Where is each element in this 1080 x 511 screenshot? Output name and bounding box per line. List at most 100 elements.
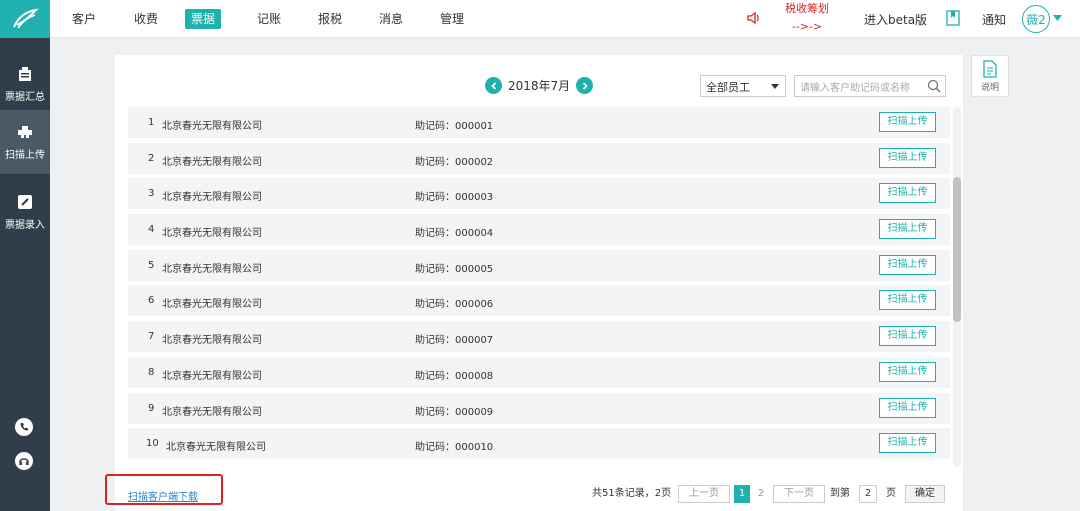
list-item: 1 北京春光无限有限公司 助记码：000001 扫描上传 (128, 107, 950, 138)
chevron-left-icon (490, 81, 496, 90)
current-month: 2018年7月 (508, 79, 571, 93)
sidebar-item-bill-summary[interactable]: 票据汇总 (0, 52, 50, 116)
scan-upload-button[interactable]: 扫描上传 (879, 433, 936, 454)
nav-item-bills[interactable]: 票据 (185, 9, 222, 29)
list-item: 3 北京春光无限有限公司 助记码：000003 扫描上传 (128, 178, 950, 210)
list-item: 8 北京春光无限有限公司 助记码：000008 扫描上传 (128, 356, 950, 388)
building-icon (16, 65, 34, 83)
page-unit-label: 页 (886, 488, 896, 499)
list-item: 4 北京春光无限有限公司 助记码：000004 扫描上传 (128, 214, 950, 246)
main-panel: 2018年7月 全部员工 请输入客户助记码或名称 1 北京春光无限有限公司 助记码：… (115, 55, 963, 511)
help-label: 说明 (980, 82, 999, 93)
tax-planning-link[interactable]: 税收筹划 -->-> (782, 0, 832, 34)
search-icon[interactable] (927, 79, 941, 93)
company-name: 北京春光无限有限公司 (162, 121, 262, 132)
memo-code: 助记码：000003 (415, 192, 494, 204)
memo-code: 助记码：000005 (415, 263, 494, 275)
row-index: 1 (148, 117, 155, 128)
company-name: 北京春光无限有限公司 (162, 228, 262, 240)
sidebar-item-label: 票据录入 (5, 220, 45, 231)
nav-item-management[interactable]: 管理 (440, 9, 464, 29)
scan-upload-button[interactable]: 扫描上传 (879, 290, 936, 311)
nav-item-tax-filing[interactable]: 报税 (318, 9, 342, 29)
row-index: 7 (148, 331, 155, 343)
company-name: 北京春光无限有限公司 (162, 192, 262, 204)
chevron-right-icon (582, 81, 588, 90)
tax-planning-arrow: -->-> (791, 20, 823, 33)
notify-link[interactable]: 通知 (982, 11, 1006, 28)
memo-code: 助记码：000009 (415, 406, 494, 418)
memo-code: 助记码：000008 (415, 370, 494, 382)
sidebar-item-label: 票据汇总 (5, 92, 45, 103)
nav-item-bookkeeping[interactable]: 记账 (257, 9, 281, 29)
sidebar-item-label: 扫描上传 (5, 150, 45, 161)
leaf-logo-icon (13, 8, 39, 29)
nav-item-customers[interactable]: 客户 (72, 9, 96, 29)
scrollbar-thumb[interactable] (953, 177, 961, 322)
list-scrollbar[interactable] (953, 107, 961, 467)
next-page-button[interactable]: 下一页 (773, 485, 825, 503)
pagination-total: 共51条记录，2页 (592, 488, 672, 499)
memo-code: 助记码：000006 (415, 299, 494, 311)
beta-link[interactable]: 进入beta版 (864, 11, 927, 28)
speaker-icon (747, 11, 759, 25)
chevron-down-icon[interactable] (1053, 15, 1062, 22)
confirm-button[interactable]: 确定 (905, 485, 945, 503)
row-index: 8 (148, 366, 155, 378)
row-index: 2 (148, 152, 155, 164)
goto-page-input[interactable]: 2 (859, 485, 877, 503)
month-switcher: 2018年7月 (485, 77, 594, 94)
scan-upload-button[interactable]: 扫描上传 (879, 326, 936, 347)
page-1-button[interactable]: 1 (734, 485, 750, 503)
app-logo[interactable] (0, 0, 50, 38)
memo-code: 助记码：000001 (415, 121, 494, 132)
scanner-icon (16, 123, 34, 141)
company-name: 北京春光无限有限公司 (162, 299, 262, 311)
list-item: 7 北京春光无限有限公司 助记码：000007 扫描上传 (128, 321, 950, 353)
memo-code: 助记码：000007 (415, 335, 494, 347)
scan-upload-button[interactable]: 扫描上传 (879, 183, 936, 204)
scan-upload-button[interactable]: 扫描上传 (879, 254, 936, 275)
help-button[interactable]: 说明 (971, 55, 1009, 97)
document-icon (983, 59, 997, 78)
scan-upload-button[interactable]: 扫描上传 (879, 112, 936, 132)
sidebar-item-bill-entry[interactable]: 票据录入 (0, 180, 50, 244)
company-name: 北京春光无限有限公司 (162, 156, 262, 168)
scan-upload-button[interactable]: 扫描上传 (879, 361, 936, 382)
bookmark-icon[interactable] (946, 10, 960, 26)
row-index: 6 (148, 295, 155, 307)
phone-icon[interactable] (15, 418, 33, 436)
edit-icon (16, 193, 34, 211)
scan-upload-button[interactable]: 扫描上传 (879, 219, 936, 240)
scan-upload-button[interactable]: 扫描上传 (879, 397, 936, 418)
company-name: 北京春光无限有限公司 (162, 335, 262, 347)
memo-code: 助记码：000002 (415, 156, 494, 168)
sidebar-item-scan-upload[interactable]: 扫描上传 (0, 110, 50, 174)
company-name: 北京春光无限有限公司 (162, 370, 262, 382)
next-month-button[interactable] (576, 77, 594, 94)
prev-page-button[interactable]: 上一页 (678, 485, 730, 503)
list-item: 10 北京春光无限有限公司 助记码：000010 扫描上传 (128, 428, 950, 460)
scan-upload-button[interactable]: 扫描上传 (879, 147, 936, 168)
page-2-button[interactable]: 2 (753, 485, 769, 503)
row-index: 9 (148, 402, 155, 414)
company-name: 北京春光无限有限公司 (166, 442, 266, 454)
row-index: 4 (148, 224, 155, 236)
memo-code: 助记码：000004 (415, 228, 494, 240)
nav-item-fees[interactable]: 收费 (134, 9, 158, 29)
row-index: 10 (146, 438, 159, 450)
avatar[interactable]: 薇2 (1022, 5, 1050, 33)
highlight-box (105, 474, 223, 505)
company-name: 北京春光无限有限公司 (162, 263, 262, 275)
search-placeholder: 请输入客户助记码或名称 (800, 83, 910, 94)
prev-month-button[interactable] (485, 77, 502, 94)
list-item: 9 北京春光无限有限公司 助记码：000009 扫描上传 (128, 392, 950, 424)
nav-item-messages[interactable]: 消息 (379, 9, 403, 29)
employee-select[interactable]: 全部员工 (700, 75, 786, 97)
list-item: 6 北京春光无限有限公司 助记码：000006 扫描上传 (128, 285, 950, 317)
memo-code: 助记码：000010 (415, 442, 494, 454)
company-name: 北京春光无限有限公司 (162, 406, 262, 418)
sidebar: 票据汇总 扫描上传 票据录入 (0, 0, 50, 511)
headset-icon[interactable] (15, 452, 33, 470)
search-input[interactable]: 请输入客户助记码或名称 (794, 75, 946, 97)
